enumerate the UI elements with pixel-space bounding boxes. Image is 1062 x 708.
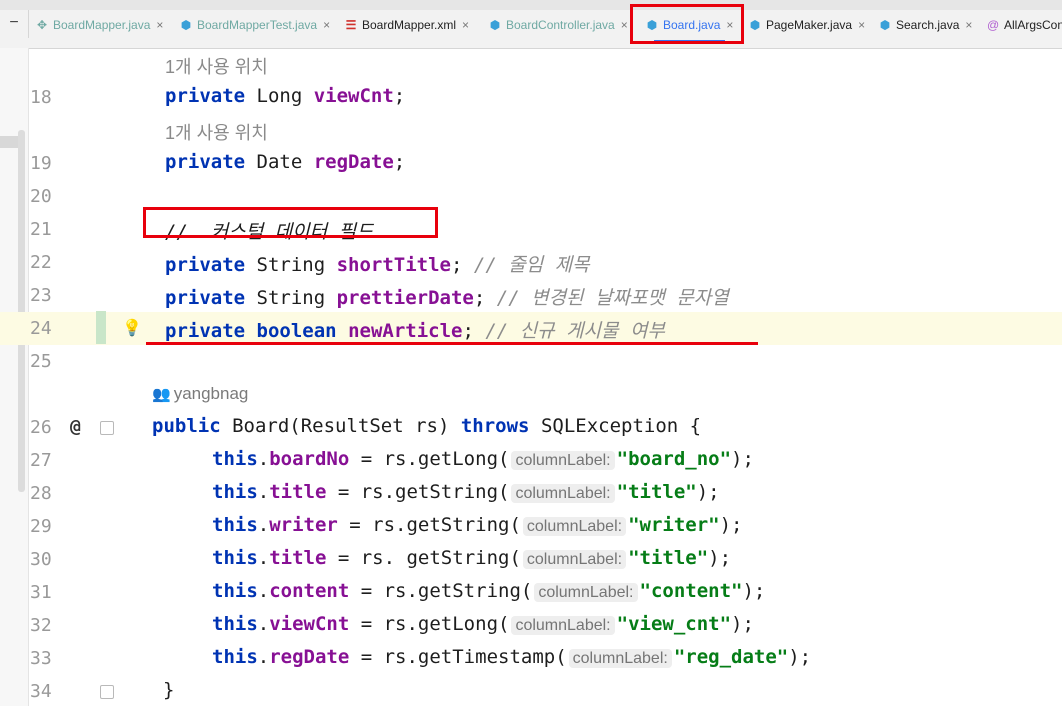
line-number: 24 bbox=[30, 318, 52, 339]
line-number: 34 bbox=[30, 681, 52, 702]
tab-label: BoardMapper.java bbox=[53, 18, 151, 32]
line-number: 31 bbox=[30, 582, 52, 603]
line-number: 19 bbox=[30, 153, 52, 174]
code-line-18: 18 private Long viewCnt; bbox=[0, 81, 1062, 114]
close-icon[interactable]: × bbox=[323, 18, 330, 32]
code-text[interactable]: public Board(ResultSet rs) throws SQLExc… bbox=[152, 415, 701, 437]
code-line-32: 32 this.viewCnt = rs.getLong(columnLabel… bbox=[0, 609, 1062, 642]
line-number: 26 bbox=[30, 417, 52, 438]
code-line-19: 19 private Date regDate; bbox=[0, 147, 1062, 180]
code-line-31: 31 this.content = rs.getString(columnLab… bbox=[0, 576, 1062, 609]
code-text[interactable]: private Long viewCnt; bbox=[165, 85, 405, 107]
code-line-26: 26 @ public Board(ResultSet rs) throws S… bbox=[0, 411, 1062, 444]
code-line-22: 22 private String shortTitle; // 줄임 제목 bbox=[0, 246, 1062, 279]
code-text[interactable]: this.viewCnt = rs.getLong(columnLabel: "v… bbox=[212, 613, 754, 635]
code-text[interactable]: this.writer = rs.getString(columnLabel: "… bbox=[212, 514, 742, 536]
tab-label: PageMaker.java bbox=[766, 18, 853, 32]
class-icon: ⬢ bbox=[749, 18, 761, 32]
code-text[interactable]: this.title = rs. getString(columnLabel: "… bbox=[212, 547, 731, 569]
closing-brace[interactable]: } bbox=[163, 679, 174, 701]
tab-label: BoardMapper.xml bbox=[362, 18, 457, 32]
close-icon[interactable]: × bbox=[156, 18, 163, 32]
code-text[interactable]: this.content = rs.getString(columnLabel:… bbox=[212, 580, 765, 602]
code-line-27: 27 this.boardNo = rs.getLong(columnLabel… bbox=[0, 444, 1062, 477]
code-text[interactable]: this.boardNo = rs.getLong(columnLabel: "b… bbox=[212, 448, 754, 470]
tab-label: BoardController.java bbox=[506, 18, 615, 32]
code-line-24: 24 private boolean newArticle; // 신규 게시물… bbox=[0, 312, 1062, 345]
tab-label: BoardMapperTest.java bbox=[197, 18, 318, 32]
tab-boardcontroller-java[interactable]: ⬢ BoardController.java × bbox=[489, 12, 628, 38]
close-icon[interactable]: × bbox=[621, 18, 628, 32]
line-number: 22 bbox=[30, 252, 52, 273]
line-number: 20 bbox=[30, 186, 52, 207]
highlight-underline-new-article bbox=[146, 342, 758, 345]
tab-allargscon[interactable]: @ AllArgsCon bbox=[987, 12, 1062, 38]
class-icon: ⬢ bbox=[879, 18, 891, 32]
line-number: 30 bbox=[30, 549, 52, 570]
class-icon: ✥ bbox=[36, 18, 48, 32]
top-strip bbox=[0, 0, 1062, 10]
tab-label: AllArgsCon bbox=[1004, 18, 1062, 32]
line-number: 27 bbox=[30, 450, 52, 471]
tab-label: Search.java bbox=[896, 18, 960, 32]
close-icon[interactable]: × bbox=[965, 18, 972, 32]
highlight-box-board-tab bbox=[630, 4, 744, 44]
xml-icon: ☰ bbox=[345, 18, 357, 32]
highlight-box-custom-field-comment bbox=[143, 207, 438, 238]
vcs-change-marker[interactable] bbox=[96, 311, 106, 344]
code-line-25: 25 bbox=[0, 345, 1062, 378]
code-text[interactable]: this.regDate = rs.getTimestamp(columnLab… bbox=[212, 646, 811, 668]
code-line-29: 29 this.writer = rs.getString(columnLabe… bbox=[0, 510, 1062, 543]
lightbulb-icon[interactable]: 💡 bbox=[122, 318, 142, 337]
line-number: 18 bbox=[30, 87, 52, 108]
editor-tab-bar: − ✥ BoardMapper.java × ⬢ BoardMapperTest… bbox=[0, 0, 1062, 49]
collapse-icon[interactable]: − bbox=[0, 10, 29, 38]
line-number: 23 bbox=[30, 285, 52, 306]
close-icon[interactable]: × bbox=[858, 18, 865, 32]
code-text[interactable]: this.title = rs.getString(columnLabel: "t… bbox=[212, 481, 720, 503]
tab-boardmappertest-java[interactable]: ⬢ BoardMapperTest.java × bbox=[180, 12, 330, 38]
override-marker-icon[interactable]: @ bbox=[70, 416, 81, 437]
fold-icon[interactable] bbox=[100, 685, 114, 699]
code-text[interactable]: private String shortTitle; // 줄임 제목 bbox=[165, 250, 590, 277]
code-line-30: 30 this.title = rs. getString(columnLabe… bbox=[0, 543, 1062, 576]
usage-hint[interactable]: 1개 사용 위치 bbox=[165, 119, 268, 145]
line-number: 25 bbox=[30, 351, 52, 372]
line-number: 28 bbox=[30, 483, 52, 504]
line-number: 21 bbox=[30, 219, 52, 240]
line-number: 33 bbox=[30, 648, 52, 669]
code-line-33: 33 this.regDate = rs.getTimestamp(column… bbox=[0, 642, 1062, 675]
code-line-23: 23 private String prettierDate; // 변경된 날… bbox=[0, 279, 1062, 312]
tab-search-java[interactable]: ⬢ Search.java × bbox=[879, 12, 973, 38]
code-text[interactable]: private String prettierDate; // 변경된 날짜포맷… bbox=[165, 283, 729, 310]
tab-pagemaker-java[interactable]: ⬢ PageMaker.java × bbox=[749, 12, 865, 38]
line-number: 32 bbox=[30, 615, 52, 636]
annotation-icon: @ bbox=[987, 18, 1000, 32]
code-text[interactable]: private boolean newArticle; // 신규 게시물 여부 bbox=[165, 316, 665, 343]
class-icon: ⬢ bbox=[180, 18, 192, 32]
fold-icon[interactable] bbox=[100, 421, 114, 435]
tab-boardmapper-xml[interactable]: ☰ BoardMapper.xml × bbox=[345, 12, 469, 38]
class-icon: ⬢ bbox=[489, 18, 501, 32]
code-text[interactable]: private Date regDate; bbox=[165, 151, 405, 173]
tab-boardmapper-java[interactable]: ✥ BoardMapper.java × bbox=[36, 12, 163, 38]
close-icon[interactable]: × bbox=[462, 18, 469, 32]
code-line-34: 34 } bbox=[0, 675, 1062, 708]
code-line-28: 28 this.title = rs.getString(columnLabel… bbox=[0, 477, 1062, 510]
author-inlay[interactable]: 👥 yangbnag bbox=[152, 384, 248, 404]
line-number: 29 bbox=[30, 516, 52, 537]
people-icon: 👥 bbox=[152, 386, 171, 403]
usage-hint[interactable]: 1개 사용 위치 bbox=[165, 53, 268, 79]
